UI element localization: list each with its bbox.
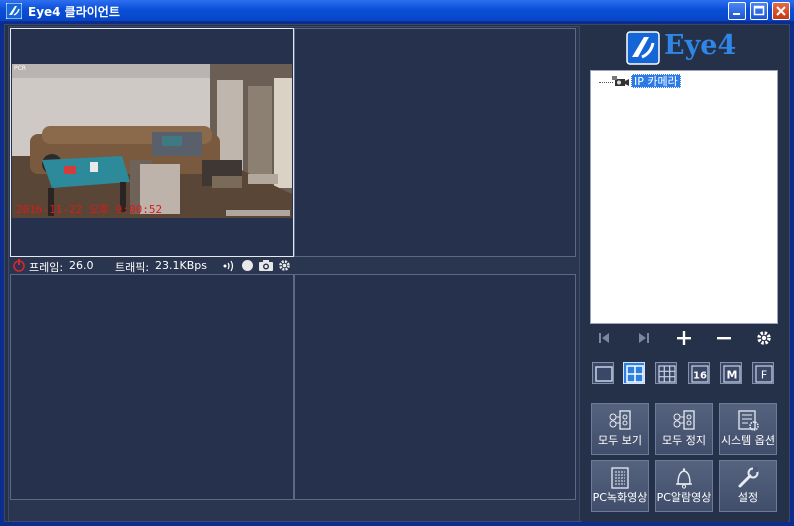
add-icon [677,331,691,345]
layout-9-icon [658,365,676,383]
camera-feed[interactable]: PCR 2016-11-22 오후 9:00:52 [12,64,292,218]
layout-f-icon: F [755,365,773,383]
layout-4-icon [626,365,644,383]
device-tree[interactable]: IP 카메라 [590,70,778,324]
frame-label: 프레임: [29,261,64,274]
traffic-label: 트래픽: [115,261,150,274]
layout-1-icon [595,366,613,382]
layout-16-icon: 16 [691,365,709,383]
pc-alarm-label: PC알람영상 [656,491,712,504]
last-icon [639,333,649,343]
window-title: Eye4 클라이언트 [28,5,120,19]
first-button[interactable] [594,328,614,348]
settings-icon[interactable] [278,259,291,275]
stream-status-bar: 프레임: 26.0 트래픽: 23.1KBps [10,258,294,274]
video-cell-2[interactable] [294,28,576,257]
video-cell-3[interactable] [10,274,294,500]
stop-all-button[interactable]: 모두 정지 [655,403,713,455]
layout-m-label: M [727,369,738,382]
system-options-label: 시스템 옵션 [720,434,776,447]
right-panel: Eye4 IP 카메라 16 M F 모두 보기 모두 정지 시스템 옵션 PC… [582,26,788,522]
audio-icon[interactable] [222,260,236,275]
camera-icon [611,75,629,92]
view-all-button[interactable]: 모두 보기 [591,403,649,455]
layout-m-icon: M [723,365,741,383]
minimize-icon [733,13,740,15]
gear-icon [757,331,771,345]
remove-button[interactable] [714,328,734,348]
device-settings-button[interactable] [754,328,774,348]
traffic-value: 23.1KBps [155,259,207,272]
eye4-app-icon [5,2,23,20]
add-button[interactable] [674,328,694,348]
video-cell-4[interactable] [294,274,576,500]
osd-tag: PCR [14,65,26,72]
pc-recording-button[interactable]: PC녹화영상 [591,460,649,512]
system-options-button[interactable]: 시스템 옵션 [719,403,777,455]
maximize-icon [753,5,765,16]
title-bar[interactable]: Eye4 클라이언트 [0,0,794,22]
first-icon [599,333,609,343]
remove-icon [717,337,731,340]
layout-1-button[interactable] [592,362,614,384]
view-all-label: 모두 보기 [598,434,642,447]
logo-text: Eye4 [664,30,737,61]
maximize-button[interactable] [750,2,768,20]
eye4-logo-icon [626,31,660,65]
osd-timestamp: 2016-11-22 오후 9:00:52 [16,203,163,216]
last-button[interactable] [634,328,654,348]
layout-16-label: 16 [693,371,707,382]
layout-f-button[interactable]: F [752,362,774,384]
stop-all-label: 모두 정지 [662,434,706,447]
camera-scene-image [12,64,292,218]
minimize-button[interactable] [728,2,746,20]
record-status-icon [12,258,26,275]
layout-f-label: F [761,369,767,382]
layout-4-button[interactable] [623,362,645,384]
layout-16-button[interactable]: 16 [688,362,710,384]
record-dot-icon[interactable] [241,259,254,275]
eye4-logo: Eye4 [626,30,746,66]
osd-watermark [226,210,290,216]
pc-recording-label: PC녹화영상 [592,491,648,504]
layout-9-button[interactable] [655,362,677,384]
settings-button[interactable]: 설정 [719,460,777,512]
tree-item-ip-camera[interactable]: IP 카메라 [631,74,681,88]
pc-alarm-button[interactable]: PC알람영상 [655,460,713,512]
close-button[interactable] [772,2,790,20]
snapshot-icon[interactable] [258,259,274,275]
frame-value: 26.0 [69,259,94,272]
layout-m-button[interactable]: M [720,362,742,384]
close-icon [776,6,786,16]
settings-label: 설정 [737,491,759,504]
